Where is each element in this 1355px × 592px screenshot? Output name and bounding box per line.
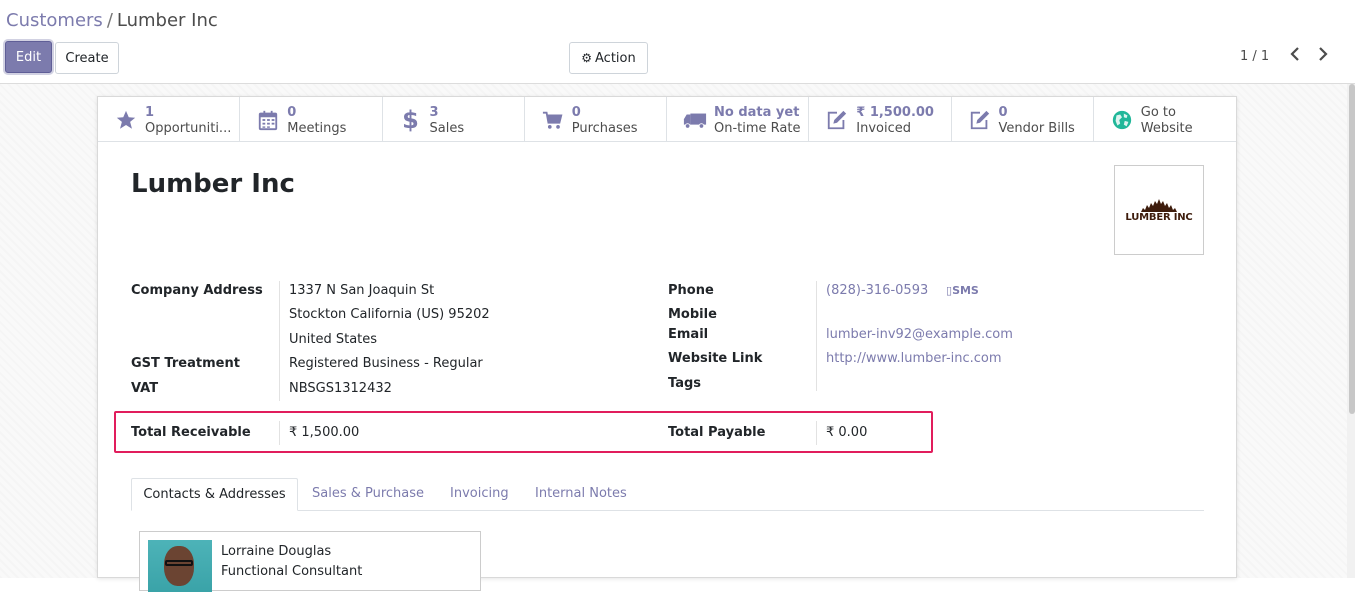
truck-icon bbox=[683, 108, 707, 132]
stat-label: Vendor Bills bbox=[998, 121, 1075, 136]
phone-label: Phone bbox=[668, 283, 714, 298]
tab-sales-purchase[interactable]: Sales & Purchase bbox=[312, 478, 424, 511]
avatar bbox=[148, 540, 212, 592]
contact-job-title: Functional Consultant bbox=[221, 564, 363, 579]
company-address-label: Company Address bbox=[131, 283, 263, 298]
mobile-label: Mobile bbox=[668, 307, 717, 322]
stat-value: 0 bbox=[571, 105, 581, 120]
stat-value: 0 bbox=[998, 105, 1008, 120]
create-button[interactable]: Create bbox=[55, 42, 119, 74]
dollar-icon: $ bbox=[402, 106, 419, 134]
stat-label: Opportuniti... bbox=[145, 121, 232, 136]
total-receivable-value: ₹ 1,500.00 bbox=[289, 425, 360, 440]
stat-website-button[interactable]: Go to Website bbox=[1094, 97, 1236, 141]
logo-text: LUMBER INC bbox=[1125, 211, 1193, 223]
smart-button-box: 1 Opportuniti... 0 Meetings $ 3 Sales 0 … bbox=[98, 97, 1236, 142]
gear-icon: ⚙ bbox=[581, 51, 593, 65]
stat-vendor-bills-button[interactable]: 0 Vendor Bills bbox=[952, 97, 1094, 141]
stat-label: Invoiced bbox=[856, 121, 911, 136]
scrollbar-thumb[interactable] bbox=[1349, 84, 1355, 414]
stat-opportunities-button[interactable]: 1 Opportuniti... bbox=[98, 97, 241, 141]
star-icon bbox=[114, 108, 138, 132]
email-label: Email bbox=[668, 327, 709, 342]
total-payable-value: ₹ 0.00 bbox=[826, 425, 868, 440]
vat-value: NBSGS1312432 bbox=[289, 381, 392, 396]
email-link[interactable]: lumber-inv92@example.com bbox=[826, 327, 1013, 342]
chevron-right-icon bbox=[1319, 47, 1328, 61]
pencil-square-icon bbox=[968, 108, 992, 132]
tab-contacts-addresses[interactable]: Contacts & Addresses bbox=[131, 478, 298, 511]
cart-icon bbox=[541, 108, 565, 132]
phone-link[interactable]: (828)-316-0593 bbox=[826, 283, 928, 298]
field-divider bbox=[816, 281, 817, 391]
address-street: 1337 N San Joaquin St bbox=[289, 283, 435, 298]
pager-previous-button[interactable] bbox=[1290, 45, 1300, 67]
breadcrumb-customers-link[interactable]: Customers bbox=[6, 10, 103, 31]
stat-label: On-time Rate bbox=[714, 121, 801, 136]
breadcrumb: Customers / Lumber Inc bbox=[6, 10, 218, 31]
website-label: Website Link bbox=[668, 351, 763, 366]
chevron-left-icon bbox=[1290, 47, 1299, 61]
field-divider bbox=[279, 421, 280, 445]
sms-button[interactable]: ▯SMS bbox=[946, 284, 979, 297]
stat-label: Website bbox=[1140, 121, 1193, 136]
stat-value: ₹ 1,500.00 bbox=[856, 105, 934, 120]
total-payable-label: Total Payable bbox=[668, 425, 766, 440]
stat-label: Purchases bbox=[571, 121, 638, 136]
address-country: United States bbox=[289, 332, 378, 347]
stat-invoiced-button[interactable]: ₹ 1,500.00 Invoiced bbox=[809, 97, 952, 141]
vat-label: VAT bbox=[131, 381, 159, 396]
partner-logo[interactable]: LUMBER INC bbox=[1114, 165, 1204, 255]
tab-invoicing[interactable]: Invoicing bbox=[450, 478, 509, 511]
breadcrumb-separator: / bbox=[106, 10, 113, 31]
saw-blade-icon bbox=[1141, 198, 1177, 212]
pager-next-button[interactable] bbox=[1318, 45, 1328, 67]
notebook-tabs: Contacts & Addresses Sales & Purchase In… bbox=[131, 478, 1204, 511]
gst-treatment-label: GST Treatment bbox=[131, 356, 240, 371]
field-divider bbox=[816, 421, 817, 445]
stat-value: 0 bbox=[287, 105, 297, 120]
globe-icon bbox=[1110, 108, 1134, 132]
stat-value: No data yet bbox=[714, 105, 800, 120]
sms-label: SMS bbox=[952, 284, 979, 297]
contact-card[interactable]: Lorraine Douglas Functional Consultant bbox=[139, 531, 481, 592]
action-button[interactable]: ⚙ Action bbox=[569, 42, 648, 74]
gst-treatment-value: Registered Business - Regular bbox=[289, 356, 483, 371]
partner-name: Lumber Inc bbox=[131, 169, 295, 199]
pager-value[interactable]: 1 / 1 bbox=[1240, 49, 1269, 64]
address-city-state-zip: Stockton California (US) 95202 bbox=[289, 307, 490, 322]
stat-value: 3 bbox=[429, 105, 439, 120]
stat-label: Meetings bbox=[287, 121, 347, 136]
pencil-square-icon bbox=[825, 108, 849, 132]
stat-on-time-rate-button[interactable]: No data yet On-time Rate bbox=[667, 97, 810, 141]
stat-purchases-button[interactable]: 0 Purchases bbox=[525, 97, 667, 141]
control-panel: Customers / Lumber Inc Edit Create ⚙ Action… bbox=[0, 0, 1355, 84]
tab-internal-notes[interactable]: Internal Notes bbox=[535, 478, 627, 511]
tags-label: Tags bbox=[668, 376, 702, 391]
stat-meetings-button[interactable]: 0 Meetings bbox=[240, 97, 383, 141]
stat-value: Go to bbox=[1140, 105, 1176, 120]
total-receivable-label: Total Receivable bbox=[131, 425, 251, 440]
contact-name: Lorraine Douglas bbox=[221, 544, 332, 559]
website-link[interactable]: http://www.lumber-inc.com bbox=[826, 351, 1002, 366]
scrollbar[interactable] bbox=[1347, 84, 1355, 578]
field-divider bbox=[279, 281, 280, 401]
breadcrumb-current: Lumber Inc bbox=[116, 10, 218, 31]
action-label: Action bbox=[595, 50, 636, 66]
stat-label: Sales bbox=[429, 121, 465, 136]
calendar-icon bbox=[256, 108, 280, 132]
stat-value: 1 bbox=[145, 105, 155, 120]
form-sheet: 1 Opportuniti... 0 Meetings $ 3 Sales 0 … bbox=[97, 96, 1237, 592]
edit-button[interactable]: Edit bbox=[5, 41, 52, 73]
stat-sales-button[interactable]: $ 3 Sales bbox=[383, 97, 525, 141]
